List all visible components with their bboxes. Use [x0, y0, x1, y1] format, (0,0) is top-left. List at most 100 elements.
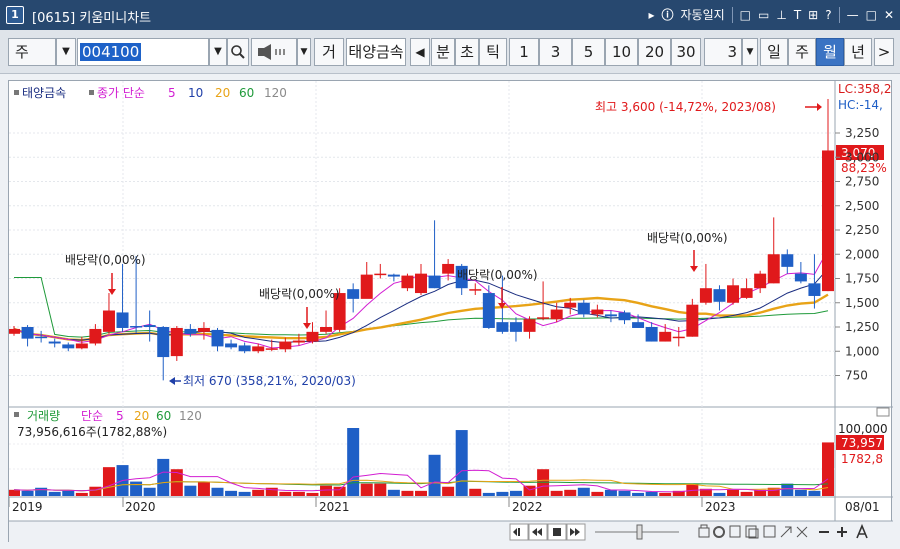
interval-3-button[interactable]: 3: [539, 38, 572, 66]
dividend-label-2022: 배당락(0,00%): [647, 231, 728, 245]
candle-body: [184, 328, 197, 334]
close-icon[interactable]: ✕: [884, 6, 894, 24]
candle-body: [292, 340, 305, 343]
chart-area[interactable]: 태양금속 종가 단순 5 10 20 60 120 LC:358,2 HC:-1…: [8, 80, 893, 543]
candle-body: [8, 328, 20, 334]
interval-5-button[interactable]: 5: [572, 38, 605, 66]
dividend-label-2021: 배당락(0,00%): [457, 268, 538, 282]
interval-30-button[interactable]: 30: [671, 38, 701, 66]
range-year-button[interactable]: 년: [844, 38, 872, 66]
prev-arrow-button[interactable]: ◀: [410, 38, 430, 66]
volume-bar: [713, 492, 726, 496]
range-week-button[interactable]: 주: [788, 38, 816, 66]
volume-bar: [781, 483, 794, 496]
candle-body: [496, 322, 509, 332]
scroll-forward-button[interactable]: [566, 523, 586, 541]
candle-body: [21, 327, 34, 339]
stock-code-input[interactable]: 004100: [77, 38, 209, 66]
grid-icon[interactable]: ⊞: [808, 6, 818, 24]
year-label-2023: 2023: [705, 500, 736, 514]
candle-body: [645, 327, 658, 342]
search-icon[interactable]: [227, 38, 249, 66]
candle-body: [672, 336, 685, 339]
title-bar: 1 [0615] 키움미니차트 ▸ ⓘ 자동일지 □ ▭ ⊥ T ⊞ ? — □…: [0, 0, 900, 30]
volume-bar: [197, 481, 210, 496]
pin-icon[interactable]: ⊥: [776, 6, 786, 24]
play-icon[interactable]: ▸: [648, 6, 654, 24]
period-minute-button[interactable]: 분: [431, 38, 455, 66]
volume-bar: [387, 489, 400, 496]
dividend-label-2019: 배당락(0,00%): [65, 253, 146, 267]
volume-current-label: 73,957: [841, 436, 883, 450]
candle-body: [347, 289, 360, 299]
window-number-badge[interactable]: 1: [6, 6, 24, 24]
auto-journal-button[interactable]: 자동일지: [681, 6, 725, 24]
candle-body: [794, 273, 807, 282]
interval-1-button[interactable]: 1: [509, 38, 539, 66]
legend-ma5: 5: [168, 86, 176, 100]
help-icon[interactable]: ?: [825, 6, 831, 24]
volume-ma120: 120: [179, 409, 202, 423]
volume-bar: [564, 489, 577, 496]
volume-current-pct: 1782,8: [841, 452, 883, 466]
lc-label: LC:358,2: [838, 82, 891, 96]
interval-10-button[interactable]: 10: [605, 38, 638, 66]
volume-bar: [170, 469, 183, 496]
volume-bar: [469, 488, 482, 496]
range-day-button[interactable]: 일: [760, 38, 788, 66]
scroll-first-button[interactable]: [509, 523, 529, 541]
volume-bar: [211, 487, 224, 496]
dividend-arrowhead-icon: [303, 323, 311, 329]
price-chart[interactable]: 태양금속 종가 단순 5 10 20 60 120 LC:358,2 HC:-1…: [8, 81, 893, 543]
scroll-back-button[interactable]: [528, 523, 548, 541]
stop-button[interactable]: [547, 523, 567, 541]
volume-bar: [279, 491, 292, 496]
volume-bar: [35, 487, 48, 496]
candle-body: [130, 326, 143, 328]
volume-bar: [604, 489, 617, 496]
interval-20-button[interactable]: 20: [638, 38, 671, 66]
market-dropdown-icon[interactable]: ▼: [56, 38, 76, 66]
journal-icon[interactable]: ⓘ: [661, 6, 673, 24]
volume-legend-ma: 단순: [81, 409, 103, 423]
speaker-dropdown-icon[interactable]: ▼: [297, 38, 311, 66]
volume-bar: [577, 487, 590, 496]
volume-legend-label: 거래량: [27, 409, 60, 423]
volume-bar: [618, 490, 631, 496]
code-dropdown-icon[interactable]: ▼: [209, 38, 227, 66]
minimize-icon[interactable]: —: [847, 6, 859, 24]
candle-body: [320, 327, 333, 332]
stock-name-box[interactable]: 태양금속: [346, 38, 406, 66]
period-second-button[interactable]: 초: [455, 38, 479, 66]
capture-icon[interactable]: □: [740, 6, 751, 24]
price-axis: LC:358,2 HC:-14, 3,070 88,23% 3,2503,000…: [835, 82, 891, 383]
volume-bar: [75, 492, 88, 496]
candle-body: [523, 319, 536, 332]
volume-bar: [374, 483, 387, 496]
time-axis: 2019 2020 2021 2022 2023 08/01: [8, 497, 880, 514]
dividend-arrows: [108, 250, 698, 329]
high-annotation: 최고 3,600 (-14,72%, 2023/08): [595, 100, 776, 114]
next-arrow-button[interactable]: >: [874, 38, 894, 66]
interval-dropdown-icon[interactable]: ▼: [742, 38, 758, 66]
text-icon[interactable]: T: [794, 6, 801, 24]
panel-collapse-icon[interactable]: [876, 407, 890, 417]
copy-icon[interactable]: ▭: [758, 6, 769, 24]
speaker-icon[interactable]: [251, 38, 297, 66]
interval-custom-input[interactable]: 3: [704, 38, 742, 66]
legend-marker: [14, 90, 19, 95]
period-tick-button[interactable]: 틱: [479, 38, 507, 66]
volume-bar: [550, 490, 563, 496]
trade-button[interactable]: 거: [314, 38, 344, 66]
candle-body: [754, 273, 767, 289]
volume-bar: [102, 467, 115, 496]
price-tick-label: 3,000: [845, 150, 879, 164]
candle-body: [713, 289, 726, 302]
legend-ma60: 60: [239, 86, 254, 100]
maximize-icon[interactable]: □: [866, 6, 877, 24]
candle-body: [699, 288, 712, 303]
volume-bar: [143, 487, 156, 496]
range-month-button[interactable]: 월: [816, 38, 844, 66]
candle-body: [415, 273, 427, 294]
market-select[interactable]: 주: [8, 38, 56, 66]
